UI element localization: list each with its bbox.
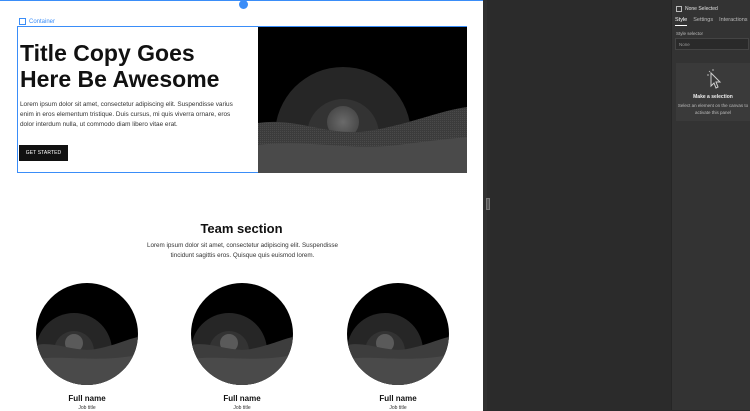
- member-job-title[interactable]: Job title: [347, 405, 449, 411]
- team-member-card[interactable]: Full name Job title: [191, 283, 293, 411]
- team-paragraph[interactable]: Lorem ipsum dolor sit amet, consectetur …: [140, 241, 345, 260]
- hero-paragraph[interactable]: Lorem ipsum dolor sit amet, consectetur …: [20, 100, 235, 130]
- member-name[interactable]: Full name: [36, 394, 138, 403]
- tab-settings[interactable]: Settings: [693, 17, 713, 26]
- empty-selection-box: Make a selection Select an element on th…: [676, 63, 750, 121]
- panel-tabs: Style Settings Interactions: [675, 17, 748, 26]
- member-avatar-image[interactable]: [36, 283, 138, 385]
- empty-selection-text: Select an element on the canvas to activ…: [677, 103, 749, 115]
- container-label[interactable]: Container: [19, 18, 55, 25]
- team-member-card[interactable]: Full name Job title: [36, 283, 138, 411]
- tab-style[interactable]: Style: [675, 17, 688, 26]
- member-job-title[interactable]: Job title: [36, 405, 138, 411]
- hero-placeholder-image[interactable]: [258, 27, 467, 173]
- team-member-card[interactable]: Full name Job title: [347, 283, 449, 411]
- member-avatar-image[interactable]: [191, 283, 293, 385]
- team-title[interactable]: Team section: [0, 221, 483, 236]
- container-icon: [19, 18, 26, 25]
- hero-title[interactable]: Title Copy Goes Here Be Awesome: [20, 40, 250, 92]
- hero-container[interactable]: Title Copy Goes Here Be Awesome Lorem ip…: [17, 26, 467, 173]
- style-selector-label: Style selector: [676, 31, 704, 36]
- cursor-click-icon: [707, 69, 722, 89]
- tab-interactions[interactable]: Interactions: [719, 17, 747, 26]
- member-job-title[interactable]: Job title: [191, 405, 293, 411]
- member-name[interactable]: Full name: [191, 394, 293, 403]
- container-label-text: Container: [29, 18, 56, 25]
- get-started-button[interactable]: GET STARTED: [19, 145, 68, 161]
- member-avatar-image[interactable]: [347, 283, 449, 385]
- drag-handle[interactable]: [238, 1, 249, 10]
- resize-grip-handle[interactable]: [486, 198, 490, 210]
- designer-canvas[interactable]: Container Title Copy Goes Here Be Awesom…: [0, 0, 483, 411]
- element-icon: [676, 6, 682, 12]
- selection-status: None Selected: [676, 6, 718, 12]
- style-panel: None Selected Style Settings Interaction…: [671, 0, 750, 410]
- selection-status-text: None Selected: [685, 6, 718, 12]
- member-name[interactable]: Full name: [347, 394, 449, 403]
- style-selector-input[interactable]: None: [675, 38, 749, 50]
- empty-selection-title: Make a selection: [693, 94, 733, 100]
